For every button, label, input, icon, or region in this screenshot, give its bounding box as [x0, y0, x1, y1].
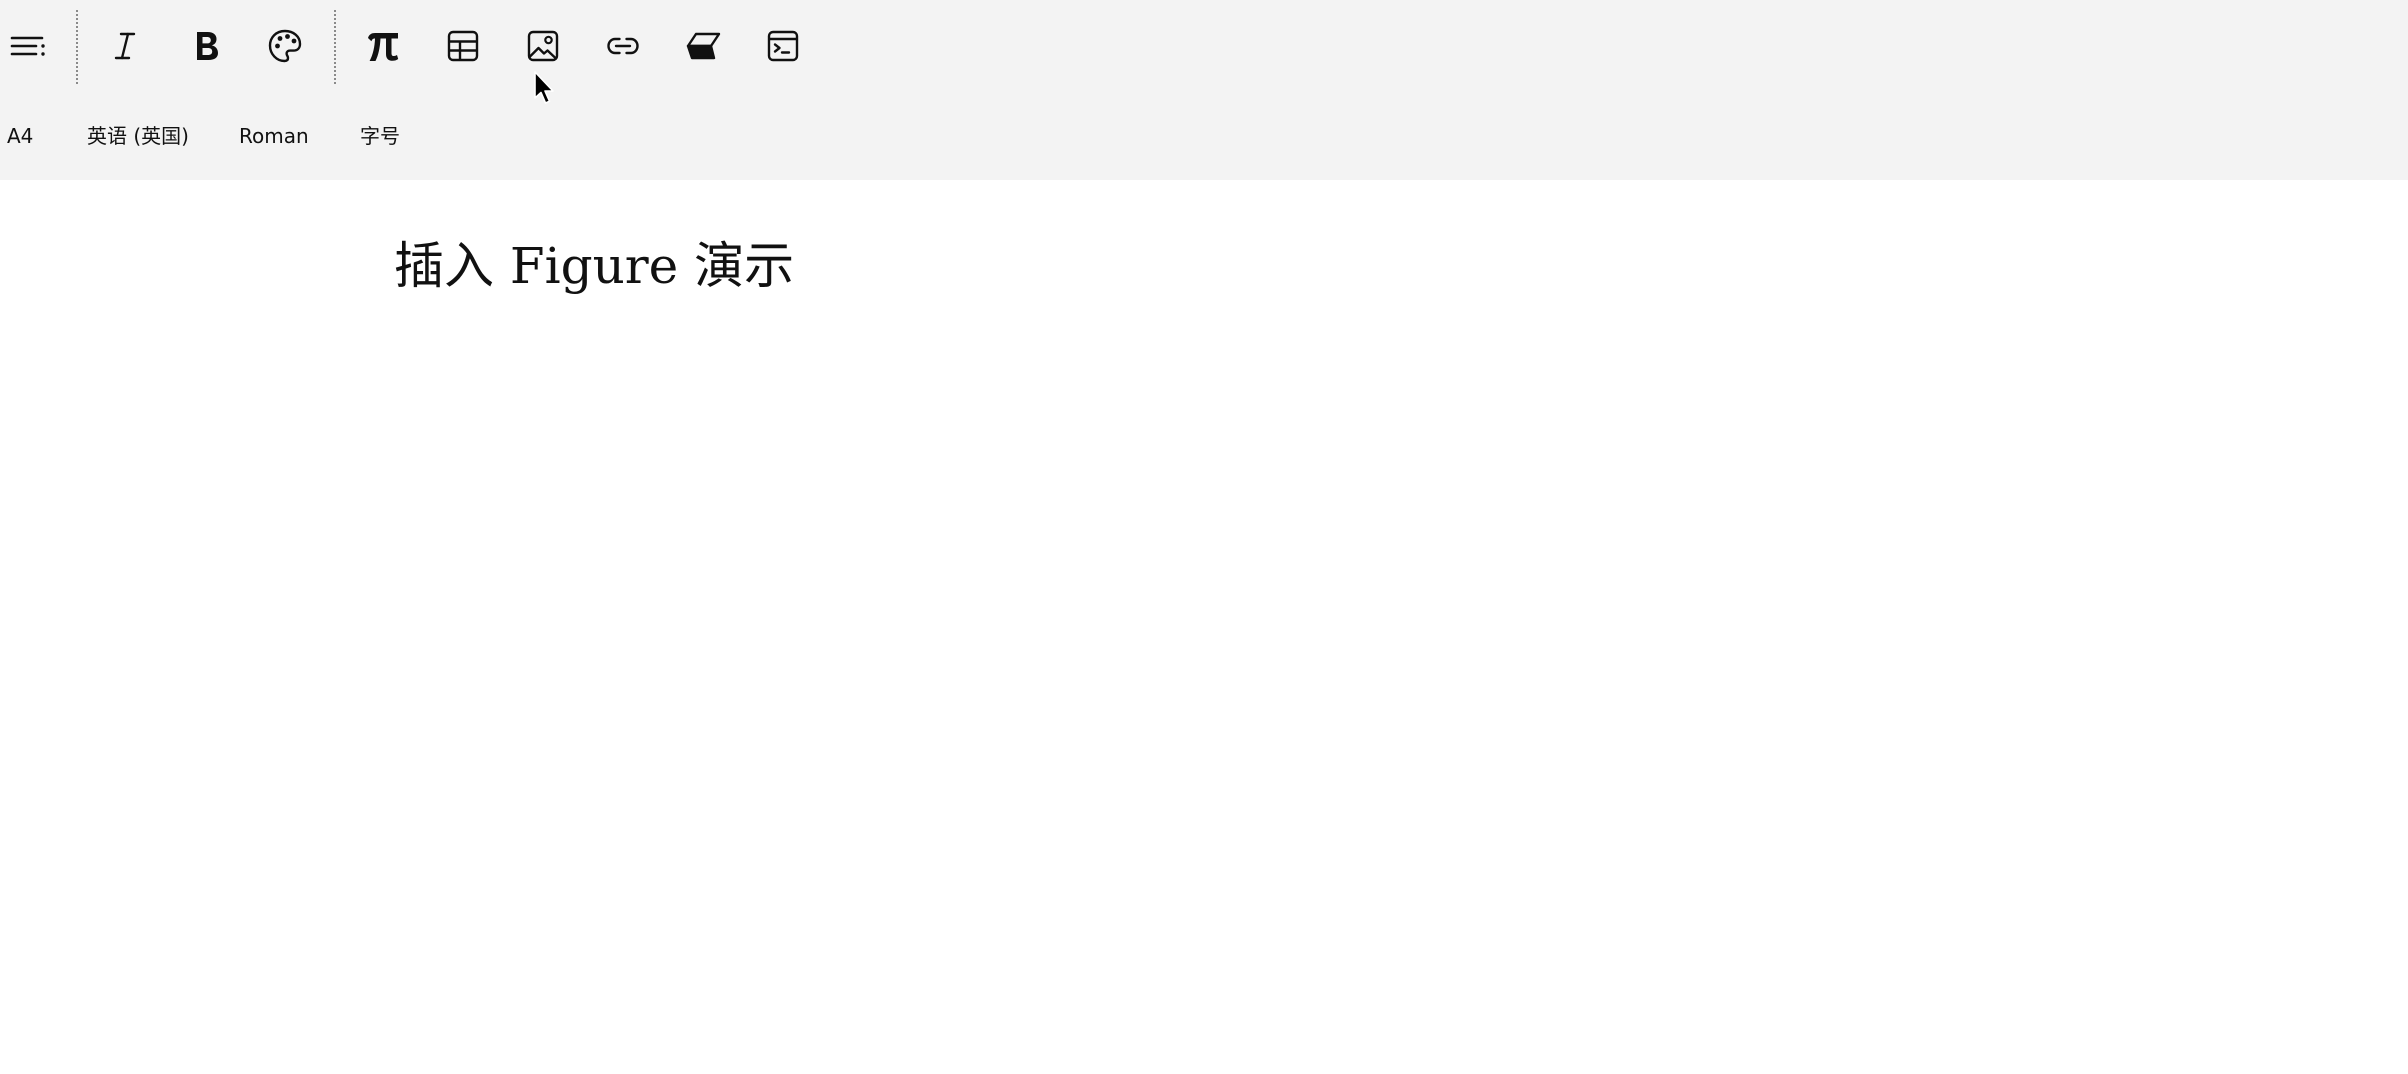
math-formula-button[interactable]: [355, 18, 411, 74]
color-button[interactable]: [257, 18, 313, 74]
link-icon: [603, 26, 643, 66]
clear-format-button[interactable]: [675, 18, 731, 74]
italic-icon: [105, 26, 145, 66]
insert-image-button[interactable]: [515, 18, 571, 74]
insert-table-button[interactable]: [435, 18, 491, 74]
mouse-cursor-icon: [533, 70, 557, 108]
eraser-icon: [683, 26, 723, 66]
language-selector[interactable]: 英语 (英国): [87, 124, 189, 148]
toolbar: A4 英语 (英国) Roman 字号: [0, 0, 2408, 180]
menu-button[interactable]: [0, 18, 56, 74]
table-icon: [443, 26, 483, 66]
palette-icon: [265, 26, 305, 66]
insert-link-button[interactable]: [595, 18, 651, 74]
menu-icon: [8, 26, 48, 66]
pi-icon: [363, 26, 403, 66]
image-icon: [523, 26, 563, 66]
bold-icon: [185, 26, 225, 66]
code-block-button[interactable]: [755, 18, 811, 74]
document-title[interactable]: 插入 Figure 演示: [394, 236, 794, 296]
document-canvas[interactable]: 插入 Figure 演示: [0, 180, 2408, 1074]
font-selector[interactable]: Roman: [239, 124, 309, 148]
font-size-selector[interactable]: 字号: [360, 124, 400, 148]
toolbar-divider: [334, 10, 336, 84]
paper-size-selector[interactable]: A4: [7, 124, 33, 148]
terminal-icon: [763, 26, 803, 66]
italic-button[interactable]: [97, 18, 153, 74]
toolbar-divider: [76, 10, 78, 84]
bold-button[interactable]: [177, 18, 233, 74]
